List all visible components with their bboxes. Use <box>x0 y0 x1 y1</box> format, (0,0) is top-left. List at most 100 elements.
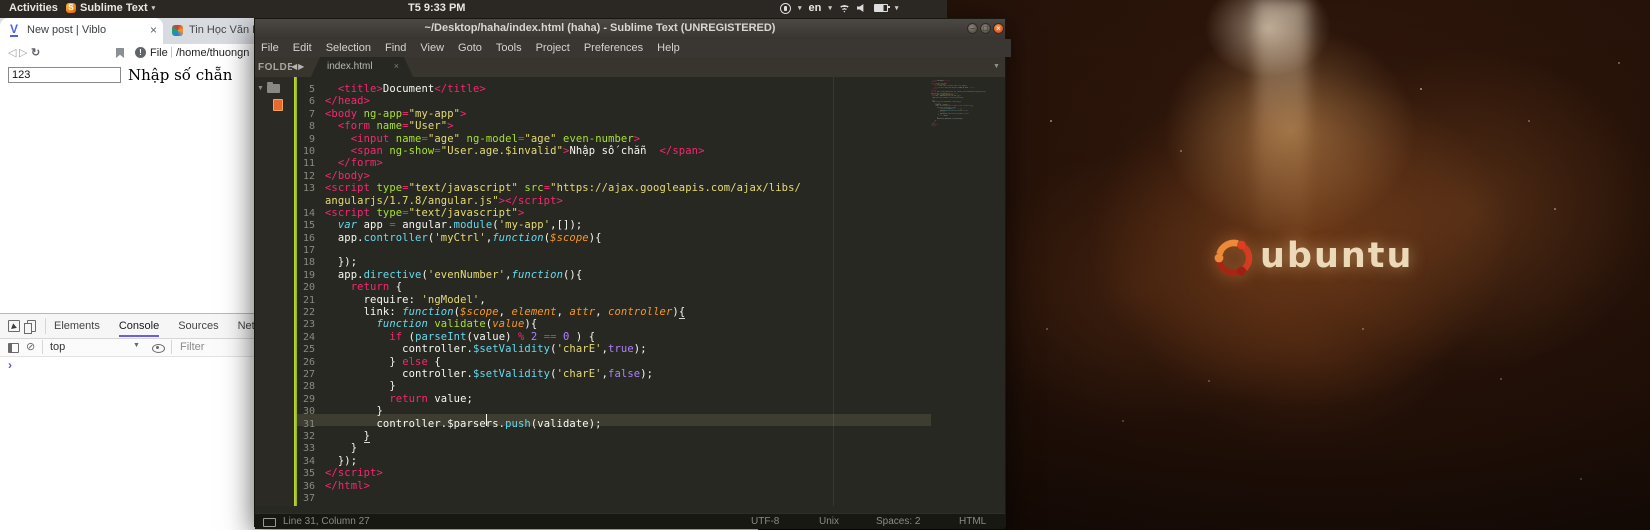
code-row[interactable]: 7<body ng-app="my-app"> <box>297 104 931 116</box>
minimap[interactable]: <title>Document</title></head><body ng-a… <box>931 79 1005 189</box>
menu-item[interactable]: Edit <box>293 42 312 54</box>
menu-item[interactable]: Project <box>536 42 570 54</box>
age-input[interactable] <box>8 67 121 83</box>
code-row[interactable]: 12</body> <box>297 166 931 178</box>
tab-overflow-icon[interactable]: ▼ <box>993 63 1000 70</box>
ubuntu-circle-of-friends-logo <box>1210 234 1258 282</box>
title-bar[interactable]: ~/Desktop/haha/index.html (haha) - Subli… <box>255 19 1005 40</box>
sidebar[interactable]: ▼ <box>255 77 294 506</box>
code-row[interactable]: 14<script type="text/javascript"> <box>297 203 931 215</box>
app-menu-label: Sublime Text <box>80 2 148 14</box>
indent-indicator[interactable]: Spaces: 2 <box>876 516 920 527</box>
bookmark-icon[interactable] <box>116 48 124 58</box>
console-prompt[interactable]: › <box>8 358 12 372</box>
volume-icon[interactable] <box>857 4 867 13</box>
menu-item[interactable]: File <box>261 42 279 54</box>
console-sidebar-icon[interactable] <box>8 343 19 353</box>
menu-bar: File Edit Selection Find View Goto Tools Projec… <box>255 39 1011 57</box>
code-row[interactable]: 31 controller.$parsers.push(validate); <box>297 414 931 426</box>
menu-item[interactable]: Selection <box>326 42 371 54</box>
code-row[interactable]: 25 controller.$setValidity('charE',true)… <box>297 339 931 351</box>
folder-disclosure-icon[interactable]: ▼ <box>257 85 264 92</box>
code-row[interactable]: 16 app.controller('myCtrl',function($sco… <box>297 228 931 240</box>
code-row[interactable]: 21 require: 'ngModel', <box>297 290 931 302</box>
vintage-mode-icon[interactable] <box>263 518 276 527</box>
close-tab-icon[interactable]: × <box>150 23 157 37</box>
live-expression-icon[interactable] <box>152 344 165 353</box>
code-row[interactable]: 24 if (parseInt(value) % 2 == 0 ) { <box>297 327 931 339</box>
tab-bar: FOLDERS ◀▶ index.html × ▼ <box>255 57 1005 77</box>
chevron-down-icon: ▼ <box>133 342 140 349</box>
caret-position: Line 31, Column 27 <box>283 516 370 527</box>
app-menu-button[interactable]: S Sublime Text ▾ <box>66 2 155 14</box>
system-tray[interactable]: ▾ en ▾ ▾ <box>780 2 898 14</box>
browser-tab-viblo[interactable]: V New post | Viblo × <box>0 18 163 44</box>
divider <box>42 340 43 354</box>
ubuntu-wordmark: ubuntu <box>1260 236 1413 276</box>
code-row[interactable]: 35</script> <box>297 463 931 475</box>
code-row[interactable]: 13<script type="text/javascript" src="ht… <box>297 178 931 190</box>
code-row[interactable]: 9 <input name="age" ng-model="age" even-… <box>297 129 931 141</box>
code-row[interactable]: 33 } <box>297 438 931 450</box>
tab-scroll-arrows-icon[interactable]: ◀▶ <box>291 62 305 71</box>
code-row[interactable]: 5 <title>Document</title> <box>297 79 931 91</box>
accessibility-icon[interactable] <box>780 3 791 14</box>
window-title: ~/Desktop/haha/index.html (haha) - Subli… <box>255 22 945 34</box>
console-filter-input[interactable] <box>178 340 242 354</box>
code-row[interactable]: 19 app.directive('evenNumber',function()… <box>297 265 931 277</box>
tab-title: index.html <box>327 61 373 72</box>
forward-icon[interactable]: ▷ <box>19 46 27 59</box>
tab-title: New post | Viblo <box>27 24 139 36</box>
menu-item[interactable]: View <box>420 42 444 54</box>
inspect-element-icon[interactable] <box>8 320 20 332</box>
close-tab-icon[interactable]: × <box>394 61 399 71</box>
menu-item[interactable]: Tools <box>496 42 522 54</box>
code-row[interactable]: 22 link: function($scope, element, attr,… <box>297 302 931 314</box>
reload-icon[interactable]: ↻ <box>31 46 40 59</box>
code-row[interactable]: 36</html> <box>297 476 931 488</box>
activities-button[interactable]: Activities <box>9 2 58 14</box>
code-row[interactable]: 8 <form name="User"> <box>297 116 931 128</box>
editor-body: ▼ 5 <title>Document</title>6</head>7<bod… <box>255 77 1005 506</box>
menu-item[interactable]: Help <box>657 42 680 54</box>
syntax-indicator[interactable]: HTML <box>959 516 986 527</box>
back-icon[interactable]: ◁ <box>8 46 16 59</box>
clock[interactable]: T5 9:33 PM <box>408 2 465 14</box>
devtools-tab[interactable]: Console <box>119 316 159 337</box>
device-toolbar-icon[interactable] <box>27 320 36 332</box>
page-info-icon[interactable]: ! <box>135 47 146 58</box>
devtools-tab[interactable]: Sources <box>178 316 218 337</box>
code-row[interactable]: 27 controller.$setValidity('charE',false… <box>297 364 931 376</box>
devtools-tab[interactable]: Elements <box>54 316 100 337</box>
menu-item[interactable]: Find <box>385 42 406 54</box>
editor-tab-indexhtml[interactable]: index.html × <box>311 57 413 77</box>
clear-console-icon[interactable]: ⊘ <box>26 340 35 353</box>
context-selector[interactable]: top <box>50 341 65 353</box>
address-scheme[interactable]: File <box>150 47 168 59</box>
column-ruler <box>833 77 834 506</box>
code-row[interactable]: 15 var app = angular.module('my-app',[])… <box>297 215 931 227</box>
code-row[interactable]: 37 <box>297 488 931 500</box>
folder-icon[interactable] <box>267 84 280 93</box>
menu-item[interactable]: Goto <box>458 42 482 54</box>
encoding-indicator[interactable]: UTF-8 <box>751 516 779 527</box>
chevron-down-icon: ▾ <box>152 4 156 12</box>
address-separator: | <box>170 46 173 58</box>
modified-file-icon[interactable] <box>273 99 283 111</box>
sidebar-header: FOLDERS <box>258 62 292 73</box>
minimize-button[interactable]: − <box>967 23 978 34</box>
address-path[interactable]: /home/thuongn <box>176 47 249 59</box>
code-row[interactable]: 29 return value; <box>297 389 931 401</box>
line-endings-indicator[interactable]: Unix <box>819 516 839 527</box>
code-row[interactable]: 10 <span ng-show="User.age.$invalid">Nhậ… <box>297 141 931 153</box>
code-row[interactable]: 34 }); <box>297 451 931 463</box>
battery-icon[interactable] <box>874 4 888 12</box>
close-button[interactable]: × <box>993 23 1004 34</box>
code-row[interactable]: 18 }); <box>297 252 931 264</box>
maximize-button[interactable]: □ <box>980 23 991 34</box>
code-row[interactable]: 20 return { <box>297 277 931 289</box>
keyboard-layout-indicator[interactable]: en <box>809 2 822 14</box>
chevron-down-icon: ▾ <box>895 4 899 12</box>
wifi-icon[interactable] <box>839 4 850 13</box>
menu-item[interactable]: Preferences <box>584 42 643 54</box>
